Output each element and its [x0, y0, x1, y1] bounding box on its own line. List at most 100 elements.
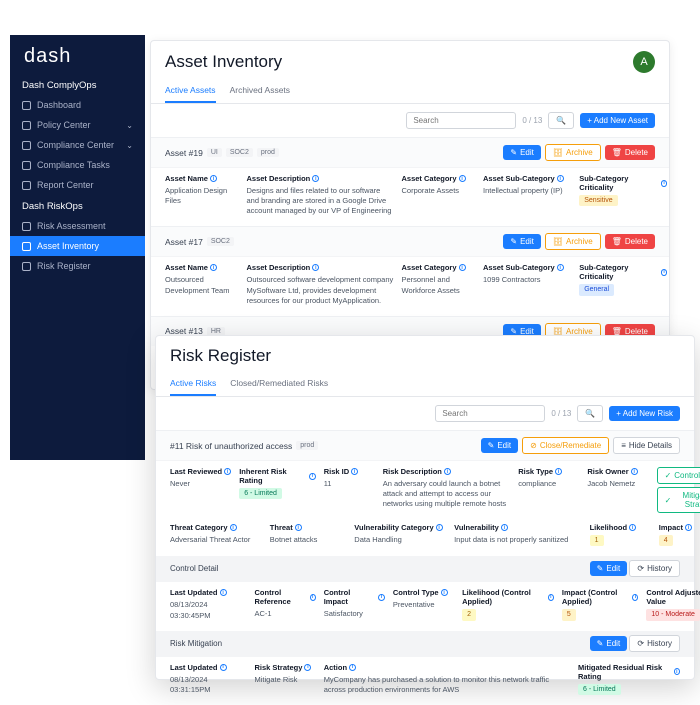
close-remediate-button[interactable]: ⊘ Close/Remediate — [522, 437, 609, 454]
section-riskops: Dash RiskOps — [10, 195, 145, 216]
tab-active-assets[interactable]: Active Assets — [165, 81, 216, 103]
info-icon[interactable]: i — [632, 594, 638, 601]
info-icon[interactable]: i — [661, 269, 668, 276]
asset-desc: Outsourced software development company … — [247, 275, 394, 305]
asset-tag: SOC2 — [226, 148, 253, 157]
sidebar-item[interactable]: Compliance Center⌄ — [10, 135, 145, 155]
search-button[interactable]: 🔍 — [577, 405, 603, 422]
last-reviewed: Never — [170, 479, 231, 489]
edit-button[interactable]: ✎ Edit — [481, 438, 519, 453]
nav-icon — [22, 121, 31, 130]
control-type: Preventative — [393, 600, 454, 610]
sidebar-item-label: Dashboard — [37, 100, 81, 110]
info-icon[interactable]: i — [548, 594, 554, 601]
mitigation-strategy-button[interactable]: ✓ Mitigation Strategy — [657, 487, 700, 513]
delete-button[interactable]: 🗑 Delete — [605, 234, 655, 249]
info-icon[interactable]: i — [351, 468, 358, 475]
asset-subcat: Intellectual property (IP) — [483, 186, 571, 196]
info-icon[interactable]: i — [220, 589, 227, 596]
info-icon[interactable]: i — [501, 524, 508, 531]
add-new-risk-button[interactable]: + Add New Risk — [609, 406, 680, 421]
info-icon[interactable]: i — [312, 175, 319, 182]
control-detail-button[interactable]: ✓ Control Detail — [657, 467, 700, 484]
risk-tag: prod — [296, 441, 318, 450]
risk-owner: Jacob Nemetz — [587, 479, 648, 489]
sidebar-item[interactable]: Compliance Tasks — [10, 155, 145, 175]
sidebar-item[interactable]: Risk Register — [10, 256, 145, 276]
sidebar-item[interactable]: Report Center — [10, 175, 145, 195]
sidebar-item-label: Policy Center — [37, 120, 91, 130]
sidebar-item-label: Risk Register — [37, 261, 91, 271]
info-icon[interactable]: i — [557, 175, 564, 182]
info-icon[interactable]: i — [557, 264, 564, 271]
info-icon[interactable]: i — [224, 468, 231, 475]
user-icon: A — [640, 56, 647, 68]
add-new-asset-button[interactable]: + Add New Asset — [580, 113, 655, 128]
asset-tag: UI — [207, 148, 222, 157]
info-icon[interactable]: i — [436, 524, 443, 531]
nav-icon — [22, 242, 31, 251]
history-button[interactable]: ⟳ History — [629, 560, 680, 577]
sidebar-item[interactable]: Dashboard — [10, 95, 145, 115]
search-input[interactable] — [435, 405, 545, 422]
search-input[interactable] — [406, 112, 516, 129]
edit-button[interactable]: ✎ Edit — [590, 636, 628, 651]
risk-register-panel: Risk Register Active Risks Closed/Remedi… — [155, 335, 695, 680]
risk-mitigation-section: Risk Mitigation✎ Edit ⟳ History — [156, 631, 694, 656]
info-icon[interactable]: i — [349, 664, 356, 671]
info-icon[interactable]: i — [310, 594, 316, 601]
info-icon[interactable]: i — [685, 524, 692, 531]
info-icon[interactable]: i — [309, 473, 316, 480]
avatar[interactable]: A — [633, 51, 655, 73]
info-icon[interactable]: i — [555, 468, 562, 475]
page-title: Asset Inventory — [165, 52, 282, 72]
nav-icon — [22, 262, 31, 271]
risk-desc: An adversary could launch a botnet attac… — [383, 479, 511, 509]
info-icon[interactable]: i — [295, 524, 302, 531]
edit-button[interactable]: ✎ Edit — [503, 145, 541, 160]
info-icon[interactable]: i — [230, 524, 237, 531]
nav-icon — [22, 161, 31, 170]
sidebar-item[interactable]: Risk Assessment — [10, 216, 145, 236]
info-icon[interactable]: i — [459, 264, 466, 271]
asset-tabs: Active Assets Archived Assets — [151, 77, 669, 104]
info-icon[interactable]: i — [210, 175, 217, 182]
info-icon[interactable]: i — [631, 468, 638, 475]
info-icon[interactable]: i — [441, 589, 448, 596]
search-button[interactable]: 🔍 — [548, 112, 574, 129]
risk-type: compliance — [518, 479, 579, 489]
impact-chip: 4 — [659, 535, 673, 546]
archive-button[interactable]: 🗄 Archive — [545, 233, 601, 250]
chevron-down-icon: ⌄ — [126, 121, 133, 130]
info-icon[interactable]: i — [378, 594, 385, 601]
info-icon[interactable]: i — [444, 468, 451, 475]
chevron-down-icon: ⌄ — [126, 141, 133, 150]
delete-button[interactable]: 🗑 Delete — [605, 145, 655, 160]
sidebar-item[interactable]: Policy Center ⌄ — [10, 115, 145, 135]
sidebar-item-label: Compliance Tasks — [37, 160, 110, 170]
tab-archived-assets[interactable]: Archived Assets — [230, 81, 290, 103]
sidebar-item[interactable]: Asset Inventory — [10, 236, 145, 256]
archive-button[interactable]: 🗄 Archive — [545, 144, 601, 161]
edit-button[interactable]: ✎ Edit — [503, 234, 541, 249]
hide-details-button[interactable]: ≡ Hide Details — [613, 437, 680, 454]
adjusted-risk-chip: 10 - Moderate — [646, 609, 700, 620]
asset-row-header: Asset #17 SOC2 ✎ Edit 🗄 Archive 🗑 Delete — [151, 226, 669, 256]
history-button[interactable]: ⟳ History — [629, 635, 680, 652]
asset-cat: Personnel and Workforce Assets — [402, 275, 476, 295]
tab-active-risks[interactable]: Active Risks — [170, 374, 216, 396]
info-icon[interactable]: i — [661, 180, 668, 187]
info-icon[interactable]: i — [312, 264, 319, 271]
result-counter: 0 / 13 — [551, 409, 571, 418]
threat: Botnet attacks — [270, 535, 347, 545]
page-title: Risk Register — [170, 346, 271, 366]
info-icon[interactable]: i — [459, 175, 466, 182]
nav-icon — [22, 141, 31, 150]
info-icon[interactable]: i — [304, 664, 311, 671]
info-icon[interactable]: i — [210, 264, 217, 271]
tab-closed-risks[interactable]: Closed/Remediated Risks — [230, 374, 328, 396]
info-icon[interactable]: i — [220, 664, 227, 671]
edit-button[interactable]: ✎ Edit — [590, 561, 628, 576]
info-icon[interactable]: i — [674, 668, 680, 675]
info-icon[interactable]: i — [629, 524, 636, 531]
